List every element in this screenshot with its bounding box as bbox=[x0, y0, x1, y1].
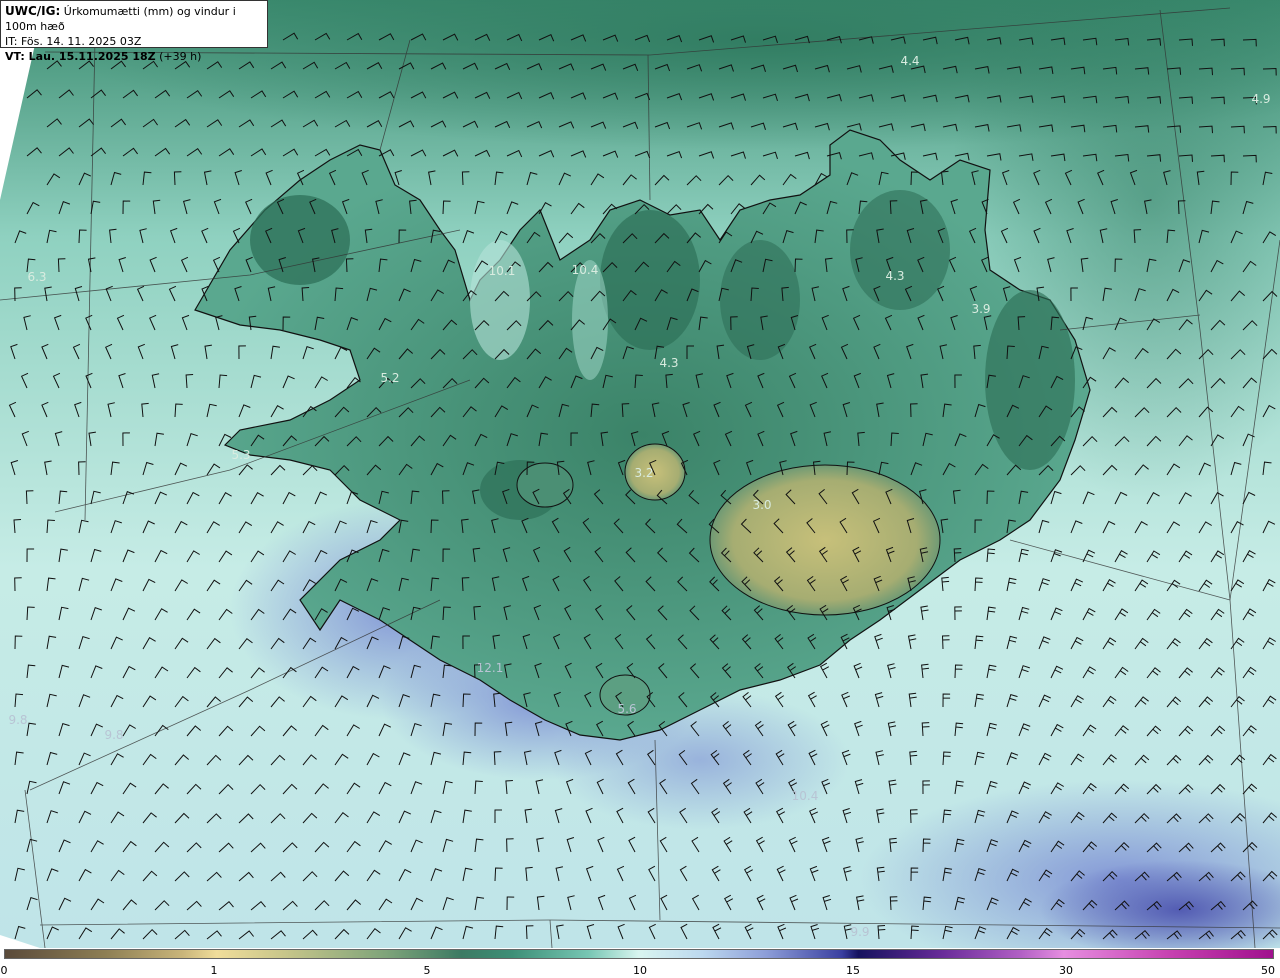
precip-value-label: 9.9 bbox=[850, 925, 869, 939]
precip-value-label: 10.1 bbox=[489, 264, 516, 278]
langjokull-glacier bbox=[516, 462, 574, 508]
colorbar-tick: 15 bbox=[846, 964, 860, 977]
precip-value-label: 10.4 bbox=[572, 263, 599, 277]
precip-value-label: 12.1 bbox=[477, 661, 504, 675]
colorbar-tick: 50 bbox=[1261, 964, 1275, 977]
precip-value-label: 5.3 bbox=[231, 448, 250, 462]
precip-value-label: 3.2 bbox=[634, 466, 653, 480]
lead-time: (+39 h) bbox=[155, 50, 202, 63]
title-line: UWC/IG: Úrkomumætti (mm) og vindur i 100… bbox=[5, 4, 263, 34]
precip-value-label: 3.9 bbox=[971, 302, 990, 316]
precip-value-label: 5.2 bbox=[380, 371, 399, 385]
precip-value-label: 4.3 bbox=[659, 356, 678, 370]
precip-value-label: 9.8 bbox=[8, 713, 27, 727]
init-time: IT: Fös. 14. 11. 2025 03Z bbox=[5, 35, 142, 48]
valid-time-line: VT: Lau. 15.11.2025 18Z (+39 h) bbox=[5, 49, 263, 64]
precip-value-label: 10.4 bbox=[792, 789, 819, 803]
colorbar-tick: 30 bbox=[1059, 964, 1073, 977]
precip-value-label: 9.8 bbox=[104, 728, 123, 742]
model-name: UWC/IG: bbox=[5, 4, 61, 18]
precip-value-label: 4.4 bbox=[900, 54, 919, 68]
forecast-map: 4.4 4.9 6.3 10.1 10.4 4.3 3.9 5.2 4.3 5.3 3.2 3.0 12… bbox=[0, 0, 1280, 948]
precip-value-label: 6.3 bbox=[27, 270, 46, 284]
colorbar-tick: 1 bbox=[210, 964, 218, 977]
vatnajokull-glacier bbox=[709, 464, 941, 616]
info-box: UWC/IG: Úrkomumætti (mm) og vindur i 100… bbox=[0, 0, 268, 63]
precip-value-label: 3.0 bbox=[752, 498, 771, 512]
colorbar-gradient bbox=[4, 949, 1274, 959]
precip-value-label: 4.9 bbox=[1251, 92, 1270, 106]
colorbar-tick: 5 bbox=[423, 964, 431, 977]
colorbar-tick: 10 bbox=[633, 964, 647, 977]
colorbar-tick: 0 bbox=[0, 964, 8, 977]
colorbar: 0 1 5 10 15 30 50 bbox=[0, 948, 1280, 978]
precip-value-label: 5.6 bbox=[617, 702, 636, 716]
valid-time: VT: Lau. 15.11.2025 18Z bbox=[5, 50, 156, 63]
precip-value-label: 4.3 bbox=[885, 269, 904, 283]
